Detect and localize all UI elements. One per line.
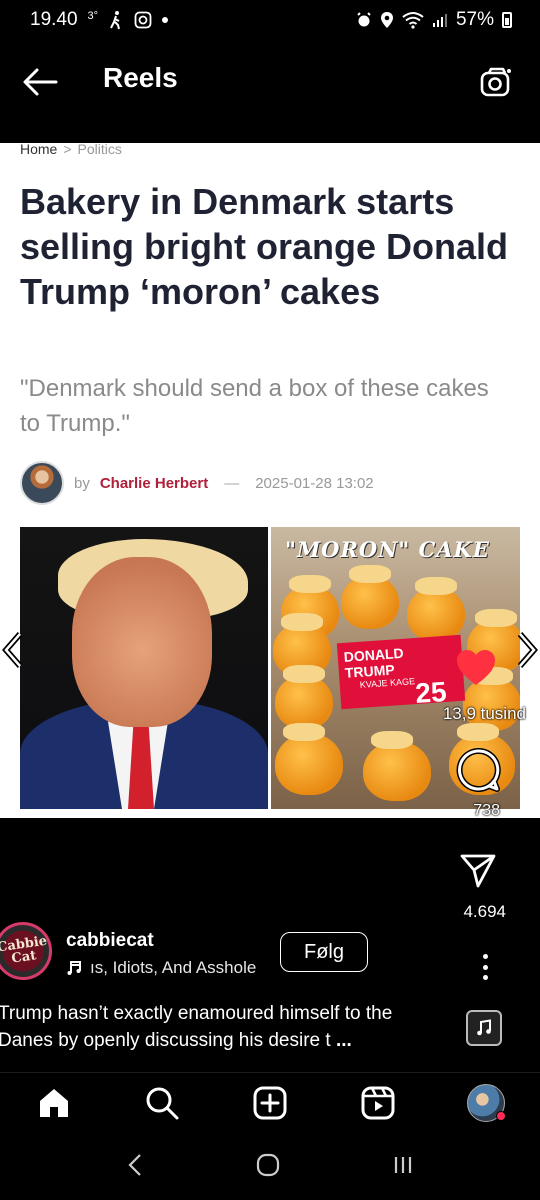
author-avatar — [20, 461, 64, 505]
more-options-button[interactable] — [480, 954, 490, 980]
breadcrumb-current: Politics — [77, 143, 122, 157]
chevron-left-icon — [2, 632, 23, 668]
share-count: 4.694 — [463, 902, 506, 921]
author-name: Charlie Herbert — [99, 474, 209, 492]
dot — [482, 975, 488, 980]
system-home-icon[interactable] — [254, 1151, 282, 1179]
more-vertical-icon — [482, 954, 488, 959]
breadcrumb: Home > Politics — [20, 143, 122, 157]
cake — [275, 723, 343, 795]
nav-search[interactable] — [137, 1078, 187, 1128]
cake — [363, 731, 431, 801]
camera-button[interactable] — [476, 62, 516, 102]
system-nav — [0, 1140, 540, 1190]
nav-profile[interactable] — [461, 1078, 511, 1128]
alarm-icon — [357, 12, 371, 27]
article-date: 2025-01-28 13:02 — [255, 474, 374, 492]
comment-count: 738 — [473, 802, 500, 819]
audio-thumbnail[interactable] — [466, 1010, 502, 1046]
home-icon — [40, 1088, 68, 1117]
profile-avatar — [467, 1083, 506, 1122]
comment-icon — [456, 748, 501, 792]
chevron-right-icon — [517, 632, 538, 668]
byline: by Charlie Herbert — 2025-01-28 13:02 — [20, 461, 374, 505]
byline-dash: — — [224, 474, 240, 492]
nav-reels[interactable] — [353, 1078, 403, 1128]
share-button[interactable] — [458, 850, 498, 890]
next-button[interactable] — [514, 630, 540, 670]
page-title: Reels — [103, 62, 178, 93]
poster-username[interactable]: cabbiecat — [66, 930, 154, 952]
byline-by: by — [74, 474, 90, 492]
like-button[interactable] — [454, 646, 498, 690]
nav-home[interactable] — [29, 1078, 79, 1128]
plus-square-icon — [253, 1086, 287, 1119]
notification-dot — [162, 17, 169, 23]
system-recents-icon[interactable] — [391, 1153, 415, 1177]
audio-track[interactable]: ıs, Idiots, And Asshole — [66, 958, 270, 978]
bottom-nav — [0, 1072, 540, 1132]
status-temp: 3° — [87, 10, 99, 22]
cake — [275, 665, 333, 729]
breadcrumb-separator: > — [63, 143, 72, 157]
cake-label: "MORON" CAKE — [285, 537, 490, 562]
reels-icon — [361, 1086, 395, 1119]
wifi-icon — [402, 12, 424, 29]
audio-title: ıs, Idiots, And Asshole — [90, 958, 257, 977]
previous-button[interactable] — [0, 630, 26, 670]
walking-icon — [110, 11, 121, 30]
cake — [407, 577, 465, 641]
camera-icon — [480, 67, 511, 97]
location-icon — [380, 12, 393, 28]
article-subheadline: "Denmark should send a box of these cake… — [20, 375, 489, 437]
follow-button[interactable]: Følg — [280, 932, 368, 972]
arrow-left-icon — [23, 68, 58, 96]
post-caption[interactable]: Trump hasn’t exactly enamoured himself t… — [0, 1000, 438, 1054]
cake — [341, 565, 399, 629]
search-icon — [146, 1087, 179, 1119]
breadcrumb-home: Home — [20, 143, 58, 157]
photo-face — [72, 557, 212, 727]
trump-photo — [20, 527, 268, 809]
like-count: 13,9 tusind — [442, 704, 526, 723]
top-bar: Reels — [0, 50, 540, 110]
music-note-icon — [67, 961, 81, 975]
status-time: 19.40 — [30, 9, 78, 30]
battery-icon — [502, 12, 512, 28]
caption-text: Trump hasn’t exactly enamoured himself t… — [0, 1003, 393, 1051]
nav-create[interactable] — [245, 1078, 295, 1128]
dot — [482, 964, 488, 970]
back-button[interactable] — [20, 62, 60, 102]
article-headline: Bakery in Denmark starts selling bright … — [20, 181, 509, 312]
send-icon — [460, 854, 496, 888]
instagram-notification-icon — [134, 11, 152, 29]
system-back-icon[interactable] — [125, 1151, 145, 1179]
signal-icon — [432, 14, 447, 27]
status-bar: 19.40 3° 57% — [0, 0, 540, 40]
comment-button[interactable] — [454, 746, 502, 794]
battery-percent: 57% — [455, 9, 494, 30]
price-tag: DONALD TRUMP KVAJE KAGE 25 — [336, 634, 466, 710]
caption-more[interactable]: ... — [336, 1030, 352, 1051]
heart-icon — [457, 650, 495, 685]
poster-avatar[interactable]: Cabbie Cat — [0, 918, 56, 984]
music-note-icon — [477, 1019, 491, 1036]
